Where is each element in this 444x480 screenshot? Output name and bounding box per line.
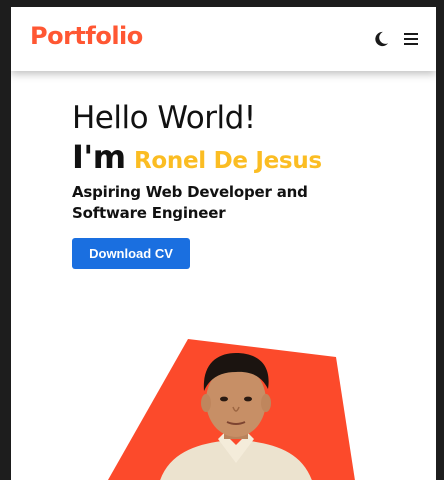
download-cv-button[interactable]: Download CV <box>72 238 190 269</box>
navbar: Portfolio <box>11 7 436 71</box>
hero-tagline: Aspiring Web Developer and Software Engi… <box>72 183 308 222</box>
site-logo[interactable]: Portfolio <box>30 22 143 50</box>
moon-icon[interactable] <box>371 29 391 49</box>
hamburger-menu-icon[interactable] <box>401 29 421 49</box>
page-viewport: Portfolio Hello World! I'm Ronel De Jesu… <box>11 7 436 480</box>
hero-im: I'm <box>72 138 126 176</box>
hero-name: Ronel De Jesus <box>134 148 322 174</box>
hero-intro: I'm Ronel De Jesus <box>72 138 322 176</box>
hero-greeting: Hello World! <box>72 100 256 136</box>
hero-illustration <box>96 327 366 480</box>
